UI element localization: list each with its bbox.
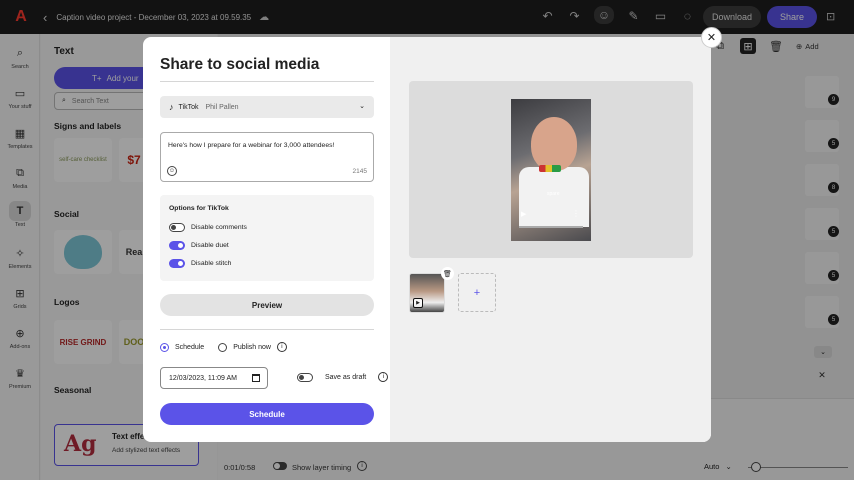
share-modal: Share to social media ♪ TikTok Phil Pall… <box>143 37 711 442</box>
add-media-button[interactable]: + <box>458 273 496 312</box>
caption-text: Here's how I prepare for a webinar for 3… <box>168 142 335 149</box>
schedule-button[interactable]: Schedule <box>160 403 374 425</box>
caption-textarea[interactable]: Here's how I prepare for a webinar for 3… <box>160 132 374 182</box>
schedule-radio[interactable] <box>160 342 169 352</box>
character-count: 2145 <box>352 168 367 175</box>
save-draft-label: Save as draft <box>325 373 367 381</box>
info-icon[interactable]: i <box>378 372 389 382</box>
info-icon[interactable]: i <box>276 342 287 352</box>
schedule-datetime-input[interactable]: 12/03/2023, 11:09 AM <box>160 367 268 389</box>
chevron-down-icon: ⌄ <box>359 103 365 110</box>
account-select[interactable]: ♪ TikTok Phil Pallen ⌄ <box>160 96 374 118</box>
toggle-switch[interactable] <box>169 259 185 268</box>
datetime-value: 12/03/2023, 11:09 AM <box>169 374 237 382</box>
emoji-icon[interactable]: ☺ <box>167 166 177 176</box>
option-label: Disable comments <box>191 224 247 231</box>
options-title: Options for TikTok <box>169 205 229 212</box>
publish-now-radio[interactable] <box>218 342 228 352</box>
option-disable-stitch[interactable]: Disable stitch <box>169 259 231 268</box>
video-icon: ▶ <box>413 298 423 308</box>
option-label: Disable stitch <box>191 260 232 267</box>
preview-button[interactable]: Preview <box>160 294 374 316</box>
schedule-radio-label: Schedule <box>175 343 205 351</box>
option-label: Disable duet <box>191 242 229 249</box>
close-modal-button[interactable]: ✕ <box>701 27 722 48</box>
media-thumbnail[interactable]: ▶ <box>409 273 445 313</box>
publish-options: Schedule Publish now i <box>160 342 287 352</box>
video-bowtie <box>539 165 561 172</box>
video-shirt <box>519 167 589 227</box>
play-icon[interactable]: ▶ <box>521 210 526 218</box>
divider <box>160 81 374 82</box>
tiktok-icon: ♪ <box>169 102 174 112</box>
video-preview[interactable]: spare ▶ ⋮ <box>511 99 591 241</box>
trash-icon[interactable]: 🗑 <box>441 267 454 280</box>
divider <box>160 329 374 330</box>
option-disable-comments[interactable]: Disable comments <box>169 223 247 232</box>
platform-name: TikTok <box>178 103 199 111</box>
more-vertical-icon[interactable]: ⋮ <box>572 209 580 218</box>
video-face <box>531 117 577 171</box>
tiktok-options: Options for TikTok Disable comments Disa… <box>160 195 374 281</box>
video-progress-bar[interactable] <box>519 226 583 228</box>
save-as-draft: Save as draft i <box>297 372 389 382</box>
video-preview-area: spare ▶ ⋮ <box>409 81 693 258</box>
option-disable-duet[interactable]: Disable duet <box>169 241 229 250</box>
publish-now-label: Publish now <box>233 343 271 351</box>
preview-pane: spare ▶ ⋮ ▶ 🗑 + <box>390 37 711 442</box>
video-caption: spare <box>547 191 560 197</box>
calendar-icon[interactable] <box>252 374 260 382</box>
account-name: Phil Pallen <box>205 103 239 111</box>
save-draft-toggle[interactable] <box>297 372 313 382</box>
toggle-switch[interactable] <box>169 241 185 250</box>
toggle-switch[interactable] <box>169 223 185 232</box>
modal-title: Share to social media <box>160 56 320 73</box>
